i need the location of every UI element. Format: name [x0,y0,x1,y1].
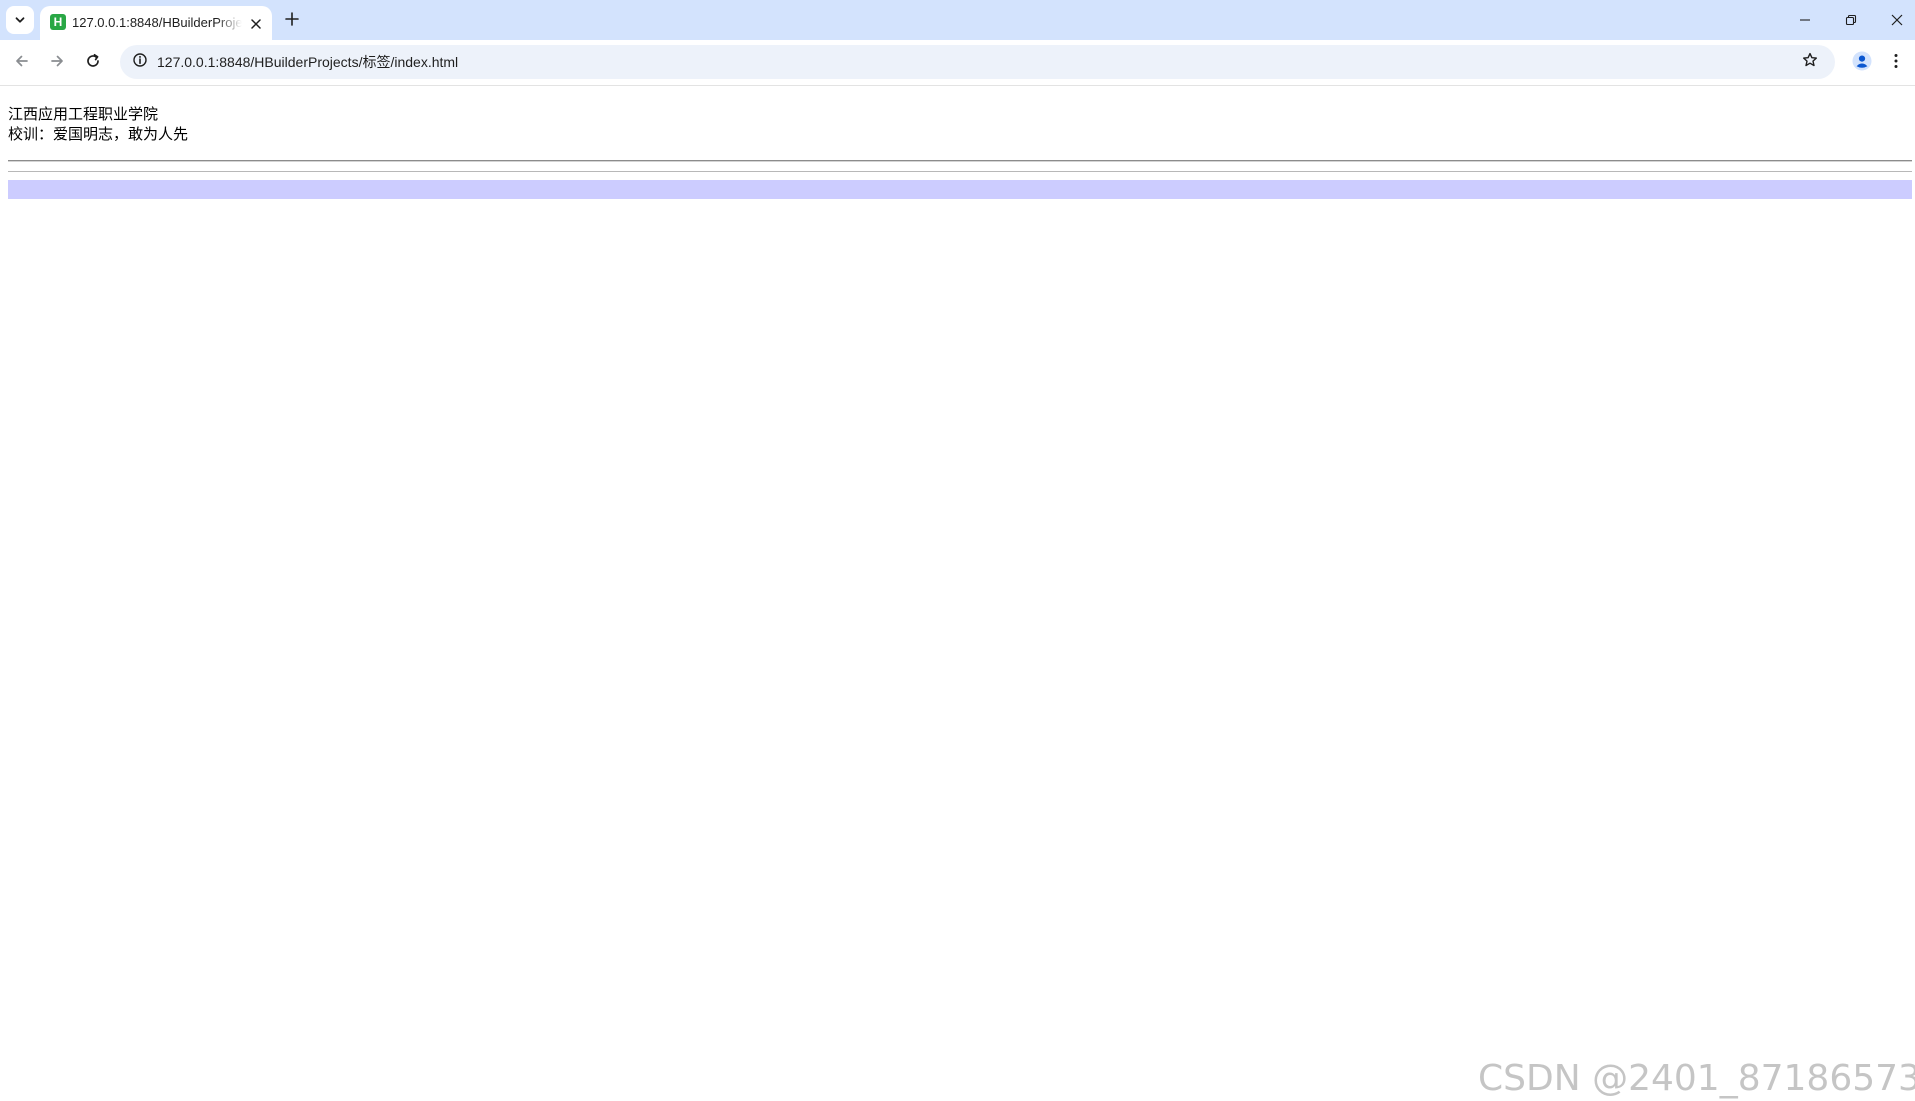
browser-menu-button[interactable] [1884,49,1908,77]
url-text[interactable]: 127.0.0.1:8848/HBuilderProjects/标签/index… [157,53,458,71]
tab-title: 127.0.0.1:8848/HBuilderProjects/标签/index… [72,15,242,30]
reload-icon [85,53,101,73]
tab-close-button[interactable] [246,13,266,33]
tab-strip: H 127.0.0.1:8848/HBuilderProjects/标签/ind… [0,0,1915,40]
close-window-button[interactable] [1874,0,1915,40]
site-info-button[interactable] [128,50,152,74]
person-icon [1852,51,1872,75]
minimize-icon [1799,11,1811,30]
reload-button[interactable] [79,49,107,77]
address-bar[interactable]: 127.0.0.1:8848/HBuilderProjects/标签/index… [120,45,1835,79]
minimize-button[interactable] [1782,0,1828,40]
page-content: 江西应用工程职业学院 校训：爱国明志，敢为人先 [8,104,1912,144]
close-icon [251,14,261,33]
profile-button[interactable] [1848,49,1876,77]
color-bar [8,180,1912,199]
csdn-watermark: CSDN @2401_87186573 [1478,1058,1915,1099]
back-button[interactable] [8,49,36,77]
school-motto: 校训：爱国明志，敢为人先 [8,125,189,143]
arrow-right-icon [49,53,65,73]
kebab-menu-icon [1894,53,1898,73]
hbuilder-favicon-icon: H [50,14,66,30]
restore-button[interactable] [1828,0,1874,40]
arrow-left-icon [14,53,30,73]
chevron-down-icon [14,11,26,30]
browser-tab-active[interactable]: H 127.0.0.1:8848/HBuilderProjects/标签/ind… [40,6,272,40]
restore-icon [1845,11,1857,30]
tab-search-button[interactable] [6,6,34,34]
forward-button[interactable] [43,49,71,77]
bookmark-button[interactable] [1798,50,1822,74]
horizontal-rule [8,160,1912,162]
horizontal-rule-thin [8,171,1912,172]
info-icon [132,52,148,72]
close-icon [1891,11,1903,30]
browser-toolbar: 127.0.0.1:8848/HBuilderProjects/标签/index… [0,40,1915,86]
page-viewport: 江西应用工程职业学院 校训：爱国明志，敢为人先 CSDN @2401_87186… [0,87,1915,1099]
plus-icon [285,11,299,30]
new-tab-button[interactable] [280,8,304,32]
school-name: 江西应用工程职业学院 [8,105,159,123]
star-icon [1802,52,1818,72]
